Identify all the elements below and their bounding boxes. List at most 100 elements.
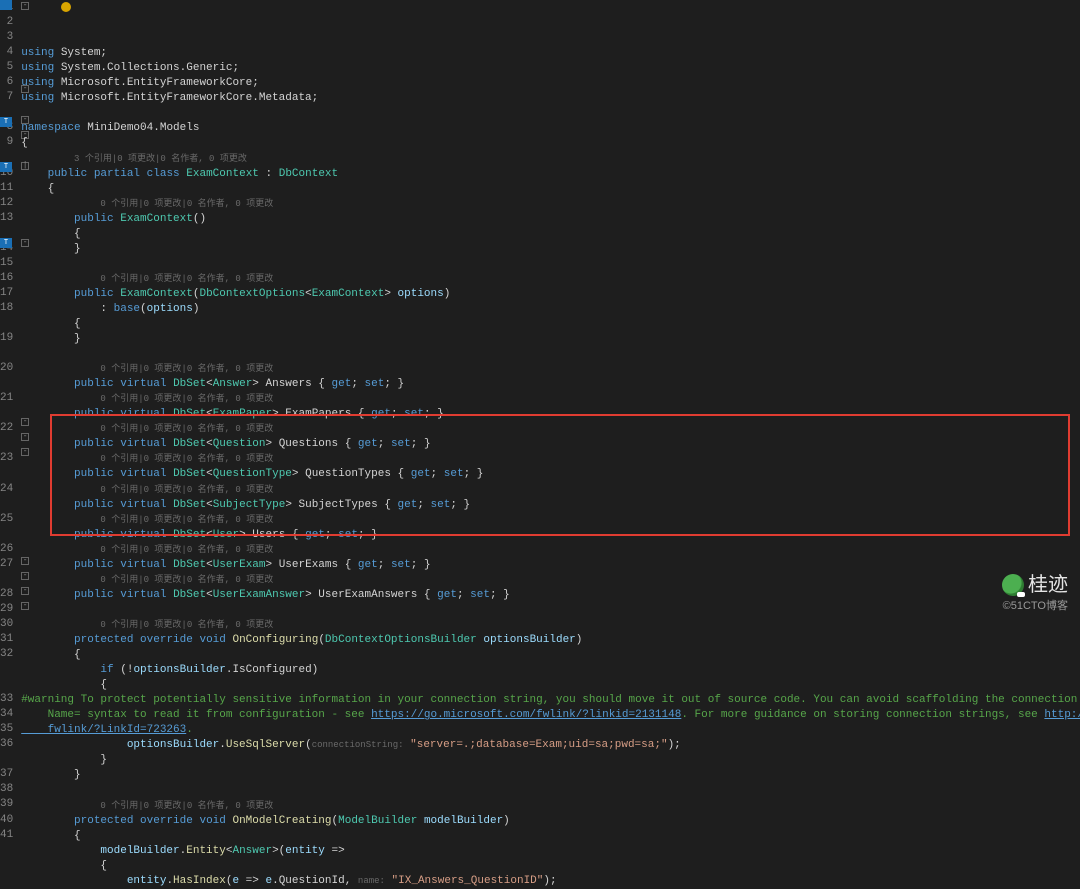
code-line[interactable]: #warning To protect potentially sensitiv… bbox=[21, 693, 1080, 708]
code-line[interactable]: 0 个引用|0 项更改|0 名作者, 0 项更改 bbox=[21, 362, 1080, 377]
code-line[interactable]: if (!optionsBuilder.IsConfigured) bbox=[21, 663, 1080, 678]
code-line[interactable]: 0 个引用|0 项更改|0 名作者, 0 项更改 bbox=[21, 197, 1080, 212]
code-line[interactable]: 0 个引用|0 项更改|0 名作者, 0 项更改 bbox=[21, 513, 1080, 528]
code-line[interactable]: modelBuilder.Entity<Answer>(entity => bbox=[21, 844, 1080, 859]
code-line[interactable] bbox=[21, 783, 1080, 798]
bookmark-icon[interactable]: T bbox=[0, 238, 12, 248]
code-line[interactable]: public virtual DbSet<SubjectType> Subjec… bbox=[21, 498, 1080, 513]
code-line[interactable]: public virtual DbSet<UserExam> UserExams… bbox=[21, 558, 1080, 573]
line-number bbox=[0, 752, 13, 767]
code-line[interactable]: using System; bbox=[21, 46, 1080, 61]
line-number bbox=[0, 316, 13, 331]
watermark-name: 桂迹 bbox=[1028, 571, 1068, 599]
code-line[interactable]: 0 个引用|0 项更改|0 名作者, 0 项更改 bbox=[21, 272, 1080, 287]
code-line[interactable]: { bbox=[21, 678, 1080, 693]
code-line[interactable]: 0 个引用|0 项更改|0 名作者, 0 项更改 bbox=[21, 618, 1080, 633]
line-number bbox=[0, 406, 13, 421]
code-line[interactable]: } bbox=[21, 768, 1080, 783]
line-number: 11 bbox=[0, 181, 13, 196]
code-line[interactable]: { bbox=[21, 648, 1080, 663]
line-number: 9 bbox=[0, 135, 13, 150]
line-number: 24 bbox=[0, 482, 13, 497]
code-line[interactable]: : base(options) bbox=[21, 302, 1080, 317]
line-number: 29 bbox=[0, 602, 13, 617]
code-line[interactable]: 0 个引用|0 项更改|0 名作者, 0 项更改 bbox=[21, 483, 1080, 498]
code-line[interactable]: public virtual DbSet<User> Users { get; … bbox=[21, 528, 1080, 543]
line-number bbox=[0, 346, 13, 361]
bookmark-icon[interactable]: T bbox=[0, 162, 12, 172]
code-line[interactable]: using Microsoft.EntityFrameworkCore.Meta… bbox=[21, 91, 1080, 106]
code-line[interactable]: using Microsoft.EntityFrameworkCore; bbox=[21, 76, 1080, 91]
line-number bbox=[0, 662, 13, 677]
code-line[interactable]: 0 个引用|0 项更改|0 名作者, 0 项更改 bbox=[21, 543, 1080, 558]
line-number: 4 bbox=[0, 45, 13, 60]
line-number: 23 bbox=[0, 451, 13, 466]
line-number bbox=[0, 677, 13, 692]
code-line[interactable]: namespace MiniDemo04.Models bbox=[21, 121, 1080, 136]
line-number: 30 bbox=[0, 617, 13, 632]
line-number: 26 bbox=[0, 542, 13, 557]
line-number bbox=[0, 572, 13, 587]
line-number: 15 bbox=[0, 256, 13, 271]
code-line[interactable]: public ExamContext() bbox=[21, 212, 1080, 227]
bookmark-icon[interactable]: T bbox=[0, 117, 12, 127]
line-number-gutter: 1234567891011121314151617181920212223242… bbox=[0, 0, 19, 622]
code-line[interactable]: 0 个引用|0 项更改|0 名作者, 0 项更改 bbox=[21, 799, 1080, 814]
code-line[interactable]: } bbox=[21, 332, 1080, 347]
code-line[interactable]: { bbox=[21, 317, 1080, 332]
line-number bbox=[0, 376, 13, 391]
code-line[interactable]: } bbox=[21, 753, 1080, 768]
line-number: 39 bbox=[0, 797, 13, 812]
code-line[interactable]: protected override void OnModelCreating(… bbox=[21, 814, 1080, 829]
line-number: 5 bbox=[0, 60, 13, 75]
code-line[interactable]: { bbox=[21, 182, 1080, 197]
code-line[interactable]: 0 个引用|0 项更改|0 名作者, 0 项更改 bbox=[21, 422, 1080, 437]
code-line[interactable] bbox=[21, 603, 1080, 618]
watermark: 桂迹 ©51CTO博客 bbox=[1002, 571, 1068, 614]
code-line[interactable]: public virtual DbSet<ExamPaper> ExamPape… bbox=[21, 407, 1080, 422]
code-line[interactable]: public virtual DbSet<Question> Questions… bbox=[21, 437, 1080, 452]
line-number: 40 bbox=[0, 813, 13, 828]
line-number: 6 bbox=[0, 75, 13, 90]
line-number: 38 bbox=[0, 782, 13, 797]
code-line[interactable]: 3 个引用|0 项更改|0 名作者, 0 项更改 bbox=[21, 152, 1080, 167]
code-line[interactable]: fwlink/?LinkId=723263. bbox=[21, 723, 1080, 738]
line-number: 16 bbox=[0, 271, 13, 286]
line-number: 21 bbox=[0, 391, 13, 406]
code-line[interactable]: public ExamContext(DbContextOptions<Exam… bbox=[21, 287, 1080, 302]
line-number: 3 bbox=[0, 30, 13, 45]
code-line[interactable]: { bbox=[21, 227, 1080, 242]
line-number bbox=[0, 436, 13, 451]
line-number bbox=[0, 497, 13, 512]
code-line[interactable]: 0 个引用|0 项更改|0 名作者, 0 项更改 bbox=[21, 573, 1080, 588]
code-line[interactable]: optionsBuilder.UseSqlServer(connectionSt… bbox=[21, 738, 1080, 753]
code-line[interactable] bbox=[21, 347, 1080, 362]
line-number: 32 bbox=[0, 647, 13, 662]
code-line[interactable]: entity.HasIndex(e => e.QuestionId, name:… bbox=[21, 874, 1080, 889]
code-line[interactable]: { bbox=[21, 829, 1080, 844]
code-editor[interactable]: TTT 123456789101112131415161718192021222… bbox=[0, 0, 1080, 622]
code-line[interactable]: public virtual DbSet<QuestionType> Quest… bbox=[21, 467, 1080, 482]
code-line[interactable]: public virtual DbSet<UserExamAnswer> Use… bbox=[21, 588, 1080, 603]
code-line[interactable]: public partial class ExamContext : DbCon… bbox=[21, 167, 1080, 182]
lightbulb-icon[interactable] bbox=[61, 2, 71, 12]
code-line[interactable]: 0 个引用|0 项更改|0 名作者, 0 项更改 bbox=[21, 452, 1080, 467]
code-line[interactable]: 0 个引用|0 项更改|0 名作者, 0 项更改 bbox=[21, 392, 1080, 407]
code-line[interactable]: public virtual DbSet<Answer> Answers { g… bbox=[21, 377, 1080, 392]
code-line[interactable] bbox=[21, 257, 1080, 272]
code-line[interactable]: using System.Collections.Generic; bbox=[21, 61, 1080, 76]
code-line[interactable]: Name= syntax to read it from configurati… bbox=[21, 708, 1080, 723]
code-line[interactable]: { bbox=[21, 859, 1080, 874]
code-area[interactable]: using System;using System.Collections.Ge… bbox=[19, 0, 1080, 622]
line-number: 25 bbox=[0, 512, 13, 527]
code-line[interactable]: protected override void OnConfiguring(Db… bbox=[21, 633, 1080, 648]
wechat-icon bbox=[1002, 574, 1024, 596]
line-number: 20 bbox=[0, 361, 13, 376]
code-line[interactable] bbox=[21, 106, 1080, 121]
code-line[interactable]: { bbox=[21, 136, 1080, 151]
line-number: 7 bbox=[0, 90, 13, 105]
code-line[interactable]: } bbox=[21, 242, 1080, 257]
line-number: 19 bbox=[0, 331, 13, 346]
watermark-site: ©51CTO博客 bbox=[1002, 599, 1068, 614]
bookmark-icon[interactable] bbox=[0, 0, 12, 10]
